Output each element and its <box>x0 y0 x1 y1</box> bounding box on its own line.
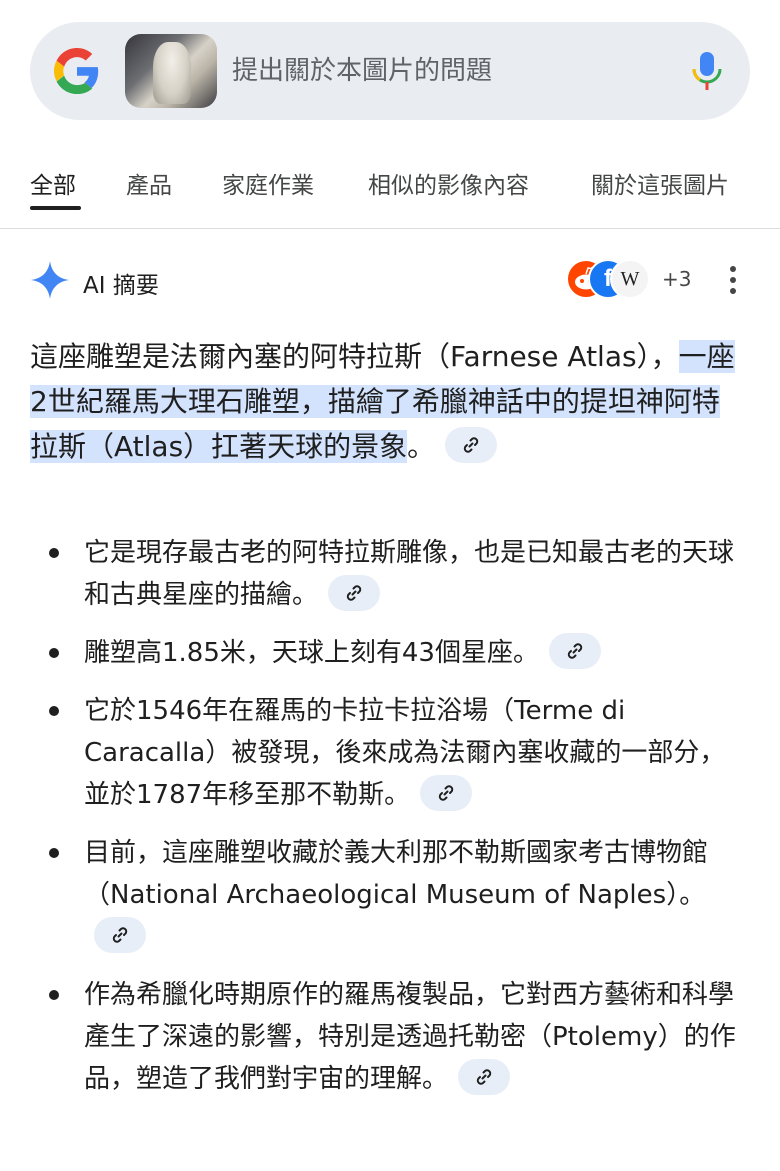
tab-similar-images[interactable]: 相似的影像內容 <box>368 166 529 200</box>
list-item: 目前，這座雕塑收藏於義大利那不勒斯國家考古博物館（National Archae… <box>30 832 750 958</box>
ai-overview-title: AI 摘要 <box>83 273 159 299</box>
bullet-text: 目前，這座雕塑收藏於義大利那不勒斯國家考古博物館（National Archae… <box>84 838 709 910</box>
ai-overview-header: AI 摘要 f W +3 <box>30 258 750 304</box>
source-link-button[interactable] <box>420 774 473 811</box>
list-item: 雕塑高1.85米，天球上刻有43個星座。 <box>30 632 750 674</box>
ai-summary-bullets: 它是現存最古老的阿特拉斯雕像，也是已知最古老的天球和古典星座的描繪。 雕塑高1.… <box>30 532 750 1116</box>
summary-end: 。 <box>407 430 436 463</box>
search-input[interactable]: 提出關於本圖片的問題 <box>232 22 492 120</box>
bullet-dot <box>49 990 59 1000</box>
tab-all[interactable]: 全部 <box>30 166 76 200</box>
bullet-text: 作為希臘化時期原作的羅馬複製品，它對西方藝術和科學產生了深遠的影響，特別是透過托… <box>84 980 736 1094</box>
statue-image <box>153 42 191 104</box>
link-icon <box>439 784 454 801</box>
link-icon <box>112 926 128 943</box>
search-bar[interactable]: 提出關於本圖片的問題 <box>30 22 750 120</box>
tab-products[interactable]: 產品 <box>126 166 172 200</box>
source-link-button[interactable] <box>458 1058 511 1095</box>
link-icon <box>476 1068 492 1085</box>
active-tab-indicator <box>30 206 81 210</box>
query-image-thumbnail[interactable] <box>125 34 217 108</box>
link-icon <box>346 584 362 601</box>
more-options-icon[interactable] <box>730 266 736 294</box>
bullet-dot <box>49 548 59 558</box>
source-link-button[interactable] <box>328 574 381 611</box>
bullet-text: 它是現存最古老的阿特拉斯雕像，也是已知最古老的天球和古典星座的描繪。 <box>84 538 735 610</box>
bullet-dot <box>49 706 59 716</box>
google-g-icon <box>54 48 99 94</box>
bullet-text: 雕塑高1.85米，天球上刻有43個星座。 <box>84 638 539 668</box>
bullet-text: 它於1546年在羅馬的卡拉卡拉浴場（Terme di Caracalla）被發現… <box>84 696 726 810</box>
source-link-button[interactable] <box>94 916 146 953</box>
ai-summary-paragraph: 這座雕塑是法爾內塞的阿特拉斯（Farnese Atlas），一座2世紀羅馬大理石… <box>30 334 740 469</box>
sparkle-icon <box>31 261 69 299</box>
bullet-dot <box>49 848 59 858</box>
tab-homework[interactable]: 家庭作業 <box>222 166 314 200</box>
list-item: 它於1546年在羅馬的卡拉卡拉浴場（Terme di Caracalla）被發現… <box>30 690 750 816</box>
list-item: 作為希臘化時期原作的羅馬複製品，它對西方藝術和科學產生了深遠的影響，特別是透過托… <box>30 974 750 1100</box>
source-favicons[interactable]: f W +3 <box>566 259 692 299</box>
wikipedia-icon: W <box>610 259 650 299</box>
bullet-dot <box>49 648 59 658</box>
link-icon <box>464 437 479 453</box>
tab-about-image[interactable]: 關於這張圖片 <box>591 166 729 200</box>
list-item: 它是現存最古老的阿特拉斯雕像，也是已知最古老的天球和古典星座的描繪。 <box>30 532 750 616</box>
source-link-button[interactable] <box>445 427 498 463</box>
link-icon <box>567 642 583 659</box>
sources-more-count: +3 <box>662 267 692 291</box>
source-link-button[interactable] <box>548 632 601 669</box>
tab-bar: 全部 產品 家庭作業 相似的影像內容 關於這張圖片 <box>0 160 780 229</box>
summary-text: 這座雕塑是法爾內塞的阿特拉斯（Farnese Atlas）， <box>30 340 679 373</box>
microphone-icon[interactable] <box>690 51 724 91</box>
